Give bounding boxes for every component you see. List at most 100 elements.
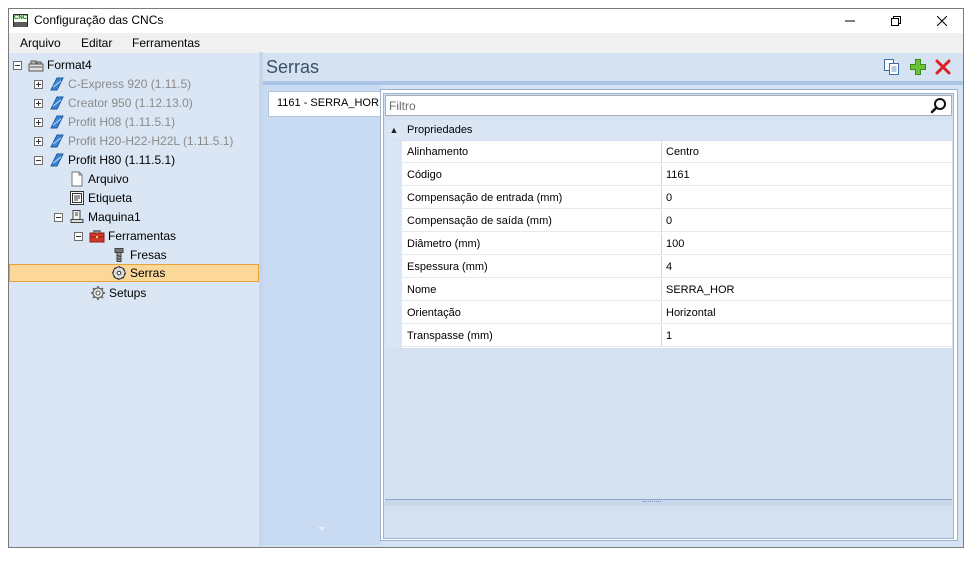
property-row[interactable]: Transpasse (mm) 1 [385,325,952,348]
tree-item-serras[interactable]: Serras [9,264,259,282]
property-value[interactable]: SERRA_HOR [662,279,952,301]
description-splitter[interactable] [385,499,952,506]
label-icon [70,191,84,205]
tree-item-profit-h08[interactable]: Profit H08 (1.11.5.1) [34,113,175,131]
tree-item-setups[interactable]: Setups [90,284,146,302]
property-value[interactable]: 0 [662,210,952,232]
property-value[interactable]: 1 [662,325,952,347]
add-icon[interactable] [909,58,927,76]
property-row[interactable]: Alinhamento Centro [385,141,952,164]
tree-item-label: Setups [109,286,147,300]
tab-scroll-down-icon[interactable] [318,527,326,531]
tree-item-label: C-Express 920 (1.11.5) [68,77,192,91]
maximize-icon [891,16,901,26]
category-propriedades[interactable]: ▲ Propriedades [385,120,952,140]
property-name: Espessura (mm) [402,256,662,278]
menu-arquivo[interactable]: Arquivo [20,36,61,50]
search-icon[interactable] [930,97,948,115]
tab-1161-serra-hor[interactable]: 1161 - SERRA_HOR [268,91,380,117]
tree-item-ferramentas[interactable]: Ferramentas [74,227,176,245]
title-bar[interactable]: CNC Configuração das CNCs [9,9,963,33]
expand-icon[interactable] [34,117,43,127]
cnc-machine-icon [50,96,64,110]
document-icon [71,171,83,187]
property-row[interactable]: Compensação de entrada (mm) 0 [385,187,952,210]
tree-item-label: Fresas [130,248,167,262]
tree-item-format4[interactable]: Format4 [13,56,92,74]
property-row[interactable]: Nome SERRA_HOR [385,279,952,302]
property-row[interactable]: Compensação de saída (mm) 0 [385,210,952,233]
maximize-button[interactable] [873,9,919,33]
description-area [385,506,952,538]
tree-item-label: Profit H20-H22-H22L (1.11.5.1) [68,134,234,148]
item-tab-list [263,85,381,545]
tree-item-profit-h80[interactable]: Profit H80 (1.11.5.1) [34,151,175,169]
mill-icon [114,248,124,262]
toolbox-icon [89,230,105,243]
tree-item-label: Maquina1 [88,210,141,224]
machine-icon [70,210,84,223]
grip-icon[interactable] [643,501,661,504]
tree-item-creator-950[interactable]: Creator 950 (1.12.13.0) [34,94,193,112]
collapse-icon[interactable] [74,231,83,241]
tree-item-maquina1[interactable]: Maquina1 [54,208,141,226]
property-row[interactable]: Orientação Horizontal [385,302,952,325]
cnc-machine-icon [50,115,64,129]
menu-ferramentas[interactable]: Ferramentas [132,36,200,50]
gear-icon [91,286,105,300]
property-row[interactable]: Espessura (mm) 4 [385,256,952,279]
collapse-icon[interactable] [34,155,43,165]
property-name: Transpasse (mm) [402,325,662,347]
property-name: Orientação [402,302,662,324]
expand-icon[interactable] [34,98,43,108]
property-name: Compensação de entrada (mm) [402,187,662,209]
tree-item-arquivo[interactable]: Arquivo [69,170,129,188]
copy-icon[interactable] [883,58,901,76]
property-value[interactable]: 1161 [662,164,952,186]
minimize-icon [845,20,855,22]
tree-item-etiqueta[interactable]: Etiqueta [69,189,132,207]
tree-item-profit-h20[interactable]: Profit H20-H22-H22L (1.11.5.1) [34,132,233,150]
tree-item-label: Profit H08 (1.11.5.1) [68,115,176,129]
cnc-machine-icon [50,77,64,91]
close-button[interactable] [919,9,965,33]
tree-item-label: Creator 950 (1.12.13.0) [68,96,193,110]
tree-item-label: Format4 [47,58,92,72]
saw-icon [111,265,127,281]
tree-item-label: Etiqueta [88,191,133,205]
delete-icon[interactable] [934,58,952,76]
property-name: Alinhamento [402,141,662,163]
chevron-up-icon[interactable]: ▲ [385,125,403,135]
section-title: Serras [266,57,320,77]
tree-item-fresas[interactable]: Fresas [111,246,167,264]
property-value[interactable]: Centro [662,141,952,163]
window-title: Configuração das CNCs [34,13,164,27]
property-row[interactable]: Diâmetro (mm) 100 [385,233,952,256]
collapse-icon[interactable] [13,60,22,70]
property-name: Código [402,164,662,186]
minimize-button[interactable] [827,9,873,33]
property-name: Compensação de saída (mm) [402,210,662,232]
filter-input[interactable] [389,98,919,114]
tree-item-c-express-920[interactable]: C-Express 920 (1.11.5) [34,75,191,93]
property-value[interactable]: 0 [662,187,952,209]
property-name: Diâmetro (mm) [402,233,662,255]
property-value[interactable]: 100 [662,233,952,255]
expand-icon[interactable] [34,79,43,89]
property-value[interactable]: Horizontal [662,302,952,324]
close-icon [937,16,947,26]
collapse-icon[interactable] [54,212,63,222]
tree-item-label: Profit H80 (1.11.5.1) [68,153,176,167]
expand-icon[interactable] [34,136,43,146]
category-label: Propriedades [407,124,473,136]
menu-editar[interactable]: Editar [81,36,112,50]
app-icon: CNC [13,14,28,27]
cnc-machine-icon [50,153,64,167]
tree-item-label: Serras [130,266,166,280]
folder-machine-icon [28,60,44,72]
property-row[interactable]: Código 1161 [385,164,952,187]
property-value[interactable]: 4 [662,256,952,278]
machine-tree: Format4 C-Express 920 (1.11.5) Creator 9… [9,53,260,547]
property-name: Nome [402,279,662,301]
menu-bar: Arquivo Editar Ferramentas [9,33,963,53]
